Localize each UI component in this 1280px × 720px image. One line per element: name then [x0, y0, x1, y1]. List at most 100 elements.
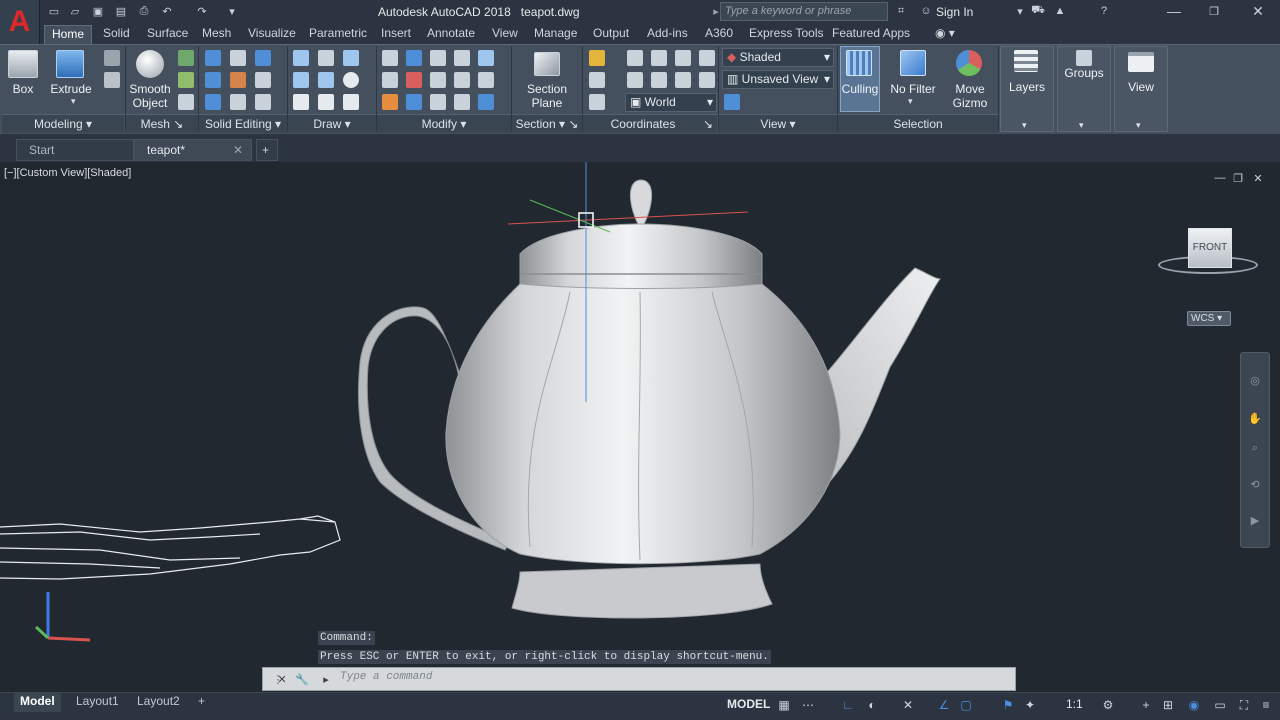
no-filter-dropdown-icon[interactable]: ▾ [908, 96, 913, 107]
panel-title-modify[interactable]: Modify ▾ [377, 114, 511, 133]
tab-mesh[interactable]: Mesh [195, 25, 238, 44]
smooth-object-icon[interactable] [136, 50, 164, 78]
ucs-view-icon[interactable] [699, 50, 715, 66]
tab-annotate[interactable]: Annotate [420, 25, 482, 44]
rotate-3d-icon[interactable] [406, 50, 422, 66]
close-icon[interactable]: ✕ [1250, 3, 1266, 19]
polar-tracking-icon[interactable]: ◐ [864, 697, 880, 713]
plot-icon[interactable]: ⎙ [136, 3, 152, 19]
new-file-icon[interactable]: ▭ [46, 3, 62, 19]
steering-wheel-icon[interactable]: ◎ [1247, 372, 1263, 388]
sign-in-link[interactable]: Sign In [936, 5, 973, 19]
open-folder-icon[interactable]: ▱ [67, 3, 83, 19]
ellipse-icon[interactable] [343, 94, 359, 110]
annotation-scale[interactable]: 1:1 [1066, 697, 1083, 711]
recent-commands-icon[interactable]: ▸ [318, 671, 334, 687]
erase-icon[interactable] [382, 94, 398, 110]
move-gizmo-label[interactable]: Move Gizmo [948, 82, 992, 110]
presspull-icon[interactable] [104, 50, 120, 66]
box-icon[interactable] [8, 50, 38, 78]
polygon-icon[interactable] [293, 94, 309, 110]
3d-polyline-icon[interactable] [318, 72, 334, 88]
wcs-menu[interactable]: WCS ▾ [1187, 311, 1231, 326]
ucs-dropdown[interactable]: ▣ World ▾ [625, 93, 717, 112]
3d-move-icon[interactable] [430, 50, 446, 66]
customize-wrench-icon[interactable]: 🔧 [294, 671, 310, 687]
fillet-icon[interactable] [382, 72, 398, 88]
redo-icon[interactable]: ↷ [194, 3, 210, 19]
extrude-faces-icon[interactable] [255, 50, 271, 66]
intersect-icon[interactable] [205, 94, 221, 110]
command-input[interactable]: Type a command [340, 671, 432, 683]
mirror-icon[interactable] [478, 50, 494, 66]
ucs-object-icon[interactable] [675, 72, 691, 88]
extrude-icon[interactable] [56, 50, 84, 78]
ucs-z-icon[interactable] [675, 50, 691, 66]
tab-a360[interactable]: A360 [698, 25, 740, 44]
doc-tab-teapot[interactable]: teapot* ✕ [134, 139, 252, 161]
layers-expand-icon[interactable]: ▾ [1022, 120, 1027, 131]
subtract-icon[interactable] [205, 72, 221, 88]
tab-output[interactable]: Output [586, 25, 636, 44]
stretch-icon[interactable] [454, 72, 470, 88]
help-icon[interactable]: ? [1096, 3, 1112, 19]
restore-icon[interactable]: ❐ [1206, 3, 1222, 19]
align-icon[interactable] [454, 50, 470, 66]
tab-manage[interactable]: Manage [527, 25, 584, 44]
panel-title-view[interactable]: View ▾ [719, 114, 837, 133]
close-command-line-icon[interactable]: ✕ [274, 671, 290, 687]
tab-solid[interactable]: Solid [96, 25, 137, 44]
ucs-icon[interactable] [589, 50, 605, 66]
polysolid-icon[interactable] [104, 72, 120, 88]
rotate-icon[interactable] [406, 72, 422, 88]
ribbon-options-icon[interactable]: ◉ ▾ [928, 25, 962, 44]
rectangular-array-icon[interactable] [478, 94, 494, 110]
offset-icon[interactable] [478, 72, 494, 88]
separate-icon[interactable] [255, 72, 271, 88]
pan-icon[interactable]: ✋ [1247, 410, 1263, 426]
doc-tab-start[interactable]: Start [16, 139, 134, 161]
interfere-icon[interactable] [230, 94, 246, 110]
orbit-icon[interactable]: ⟲ [1247, 476, 1263, 492]
viewport-config-icon[interactable] [724, 94, 740, 110]
ucs-previous-icon[interactable] [589, 94, 605, 110]
isodraft-icon[interactable]: ✕ [900, 697, 916, 713]
layout-tab-model[interactable]: Model [14, 693, 61, 712]
layout-tab-layout1[interactable]: Layout1 [70, 693, 125, 712]
polyline-icon[interactable] [318, 50, 334, 66]
smooth-object-label[interactable]: Smooth Object [128, 82, 172, 110]
auto-scale-icon[interactable]: ✦ [1022, 697, 1038, 713]
viewcube-front-face[interactable]: FRONT [1188, 228, 1232, 268]
save-icon[interactable]: ▣ [90, 3, 106, 19]
union-icon[interactable] [205, 50, 221, 66]
panel-title-solid-editing[interactable]: Solid Editing ▾ [199, 114, 287, 133]
named-view-dropdown[interactable]: ▥ Unsaved View ▾ [722, 70, 834, 89]
model-space-button[interactable]: MODEL [727, 697, 770, 711]
panel-title-modeling[interactable]: Modeling ▾ [2, 114, 124, 133]
ucs-origin-icon[interactable] [589, 72, 605, 88]
extrude-button-label[interactable]: Extrude [50, 82, 92, 96]
object-snap-icon[interactable]: ▢ [958, 697, 974, 713]
search-input[interactable]: Type a keyword or phrase [720, 2, 888, 21]
mesh-refine-icon[interactable] [178, 50, 194, 66]
shell-icon[interactable] [255, 94, 271, 110]
panel-title-coordinates[interactable]: Coordinates ↘ [583, 114, 717, 133]
visual-style-dropdown[interactable]: ◆ Shaded ▾ [722, 48, 834, 67]
ucs-zaxis-icon[interactable] [651, 72, 667, 88]
tab-surface[interactable]: Surface [140, 25, 195, 44]
application-menu-button[interactable]: A [0, 0, 40, 44]
add-layout-button[interactable]: + [192, 693, 211, 712]
sign-in-dropdown-icon[interactable]: ▾ [1012, 3, 1028, 19]
close-tab-icon[interactable]: ✕ [233, 140, 243, 160]
extrude-dropdown-icon[interactable]: ▾ [71, 96, 76, 107]
view-expand-icon[interactable]: ▾ [1136, 120, 1141, 131]
ucs-3point-icon[interactable] [627, 72, 643, 88]
section-plane-icon[interactable] [534, 52, 560, 76]
tab-visualize[interactable]: Visualize [241, 25, 303, 44]
tab-parametric[interactable]: Parametric [302, 25, 374, 44]
groups-expand-icon[interactable]: ▾ [1079, 120, 1084, 131]
panel-title-section[interactable]: Section ▾ ↘ [512, 114, 582, 133]
ucs-y-icon[interactable] [651, 50, 667, 66]
mesh-crease-icon[interactable] [178, 72, 194, 88]
grid-icon[interactable]: ▦ [776, 697, 792, 713]
